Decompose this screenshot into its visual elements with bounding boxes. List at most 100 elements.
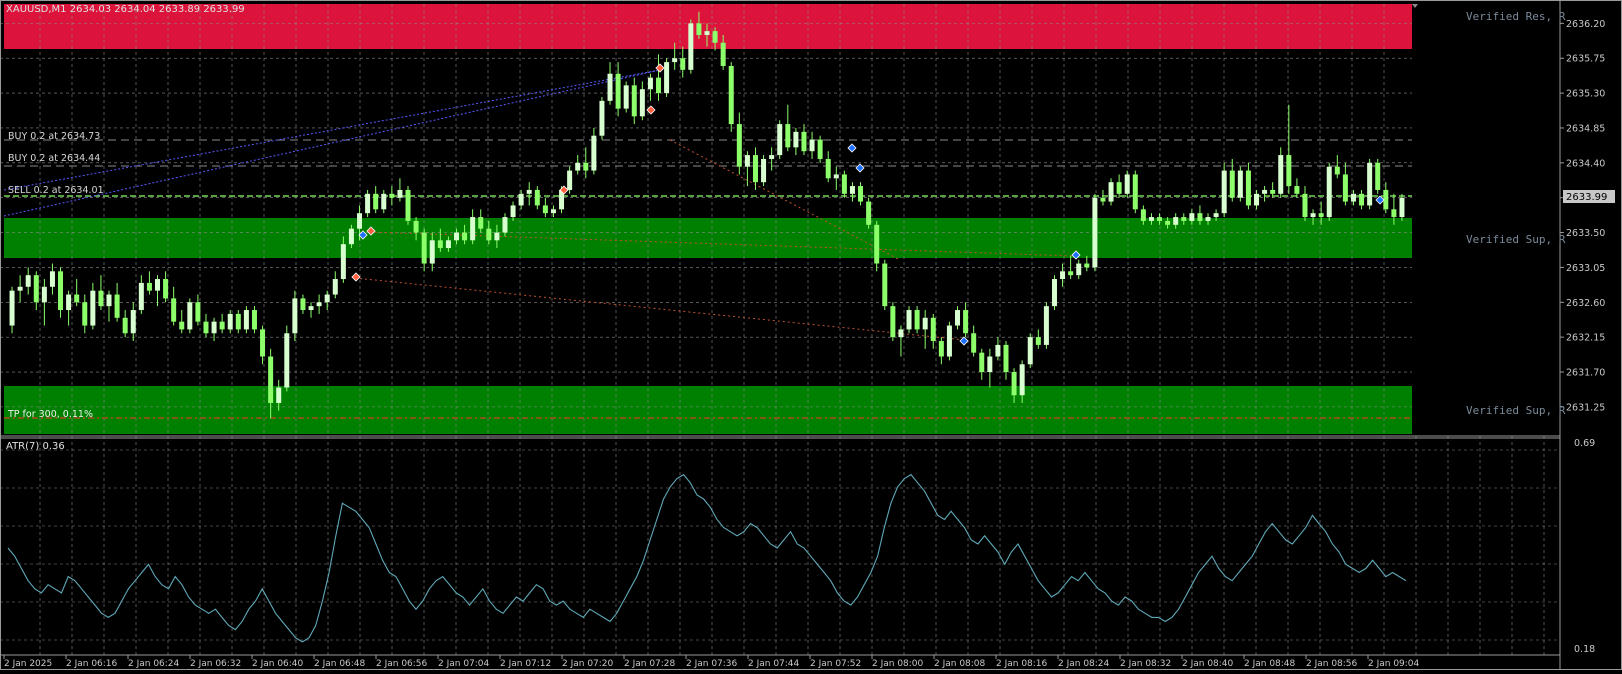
bullish-candle	[922, 317, 928, 330]
bearish-candle	[817, 139, 823, 159]
bearish-candle	[825, 158, 831, 179]
bullish-candle	[308, 306, 314, 311]
bullish-candle	[284, 333, 290, 388]
bullish-candle	[704, 31, 710, 35]
bullish-candle	[1254, 193, 1260, 206]
bullish-candle	[1148, 217, 1154, 221]
bullish-candle	[777, 124, 783, 156]
bullish-candle	[1092, 197, 1098, 268]
bearish-candle	[615, 73, 621, 109]
bullish-candle	[49, 271, 55, 287]
bearish-candle	[1011, 372, 1017, 396]
chart-background	[0, 0, 1622, 670]
time-tick-label: 2 Jan 07:36	[686, 659, 738, 669]
price-tick-label: 2635.75	[1566, 54, 1605, 65]
bullish-candle	[1205, 217, 1211, 221]
bearish-candle	[146, 282, 152, 291]
time-tick-label: 2 Jan 08:24	[1058, 659, 1110, 669]
time-tick-label: 2 Jan 07:12	[500, 659, 551, 669]
bearish-candle	[680, 58, 686, 70]
bearish-candle	[785, 124, 791, 148]
bullish-candle	[187, 302, 193, 330]
bullish-candle	[647, 77, 653, 90]
bearish-candle	[720, 42, 726, 66]
bearish-candle	[1165, 220, 1171, 225]
bearish-candle	[963, 310, 969, 334]
bullish-candle	[1043, 306, 1049, 345]
bullish-candle	[211, 321, 217, 334]
bullish-candle	[17, 286, 23, 291]
bearish-candle	[389, 193, 395, 198]
bullish-candle	[41, 286, 47, 303]
bullish-candle	[518, 193, 524, 206]
bullish-candle	[672, 58, 678, 63]
symbol-header: XAUUSD,M1 2634.03 2634.04 2633.89 2633.9…	[6, 4, 245, 15]
bearish-candle	[1286, 155, 1292, 187]
bullish-candle	[429, 240, 435, 264]
time-tick-label: 2 Jan 08:32	[1120, 659, 1171, 669]
bullish-candle	[243, 310, 249, 330]
bearish-candle	[373, 193, 379, 210]
time-tick-label: 2 Jan 08:56	[1306, 659, 1358, 669]
bearish-candle	[98, 290, 104, 307]
bearish-candle	[1181, 217, 1187, 221]
bearish-candle	[1375, 162, 1381, 190]
bearish-candle	[1318, 213, 1324, 218]
bearish-candle	[421, 232, 427, 264]
bullish-candle	[130, 310, 136, 334]
bullish-candle	[90, 290, 96, 326]
bullish-candle	[276, 387, 282, 404]
bearish-candle	[268, 356, 274, 404]
price-tick-label: 2632.60	[1566, 298, 1605, 309]
bullish-candle	[849, 186, 855, 194]
bullish-candle	[453, 232, 459, 241]
bullish-candle	[1350, 193, 1356, 202]
bearish-candle	[752, 155, 758, 183]
time-tick-label: 2 Jan 08:48	[1244, 659, 1296, 669]
bullish-candle	[898, 329, 904, 338]
bullish-candle	[25, 275, 31, 287]
bearish-candle	[1359, 193, 1365, 206]
time-tick-label: 2 Jan 07:52	[810, 659, 861, 669]
bullish-candle	[591, 135, 597, 171]
time-tick-label: 2 Jan 2025	[4, 659, 52, 669]
bearish-candle	[874, 224, 880, 264]
bearish-candle	[914, 310, 920, 330]
bullish-candle	[987, 356, 993, 373]
price-chart-svg[interactable]: 2636.20 2635.75 2635.30 2634.85 2634.40 2633.…	[0, 0, 1622, 670]
buy-label-1: BUY 0.2 at 2634.73	[8, 131, 100, 142]
bullish-candle	[292, 298, 298, 334]
bullish-candle	[607, 73, 613, 101]
bearish-candle	[1084, 263, 1090, 268]
bullish-candle	[1213, 213, 1219, 218]
time-tick-label: 2 Jan 08:08	[934, 659, 986, 669]
time-tick-label: 2 Jan 06:24	[128, 659, 180, 669]
bearish-candle	[437, 240, 443, 249]
bearish-candle	[696, 23, 702, 35]
support-zone-upper	[4, 218, 1412, 258]
time-tick-label: 2 Jan 08:00	[872, 659, 924, 669]
bullish-candle	[9, 290, 15, 326]
bearish-candle	[1003, 344, 1009, 373]
bearish-candle	[74, 294, 80, 303]
metatrader-chart-window[interactable]: 2636.20 2635.75 2635.30 2634.85 2634.40 2633.…	[0, 0, 1622, 670]
buy-label-2: BUY 0.2 at 2634.44	[8, 153, 100, 164]
bearish-candle	[478, 217, 484, 229]
bullish-candle	[1367, 162, 1373, 206]
bullish-candle	[138, 282, 144, 311]
bullish-candle	[744, 155, 750, 167]
bearish-candle	[971, 333, 977, 353]
bullish-candle	[1076, 263, 1082, 276]
atr-min-label: 0.18	[1574, 644, 1595, 655]
bullish-candle	[1108, 182, 1114, 202]
bearish-candle	[882, 263, 888, 307]
bullish-candle	[550, 209, 556, 214]
bearish-candle	[462, 232, 468, 241]
bullish-candle	[1060, 271, 1066, 280]
bearish-candle	[122, 317, 128, 334]
bearish-candle	[712, 31, 718, 43]
bullish-candle	[1310, 213, 1316, 218]
bullish-candle	[995, 344, 1001, 357]
bullish-candle	[1262, 189, 1268, 194]
bullish-candle	[324, 294, 330, 303]
